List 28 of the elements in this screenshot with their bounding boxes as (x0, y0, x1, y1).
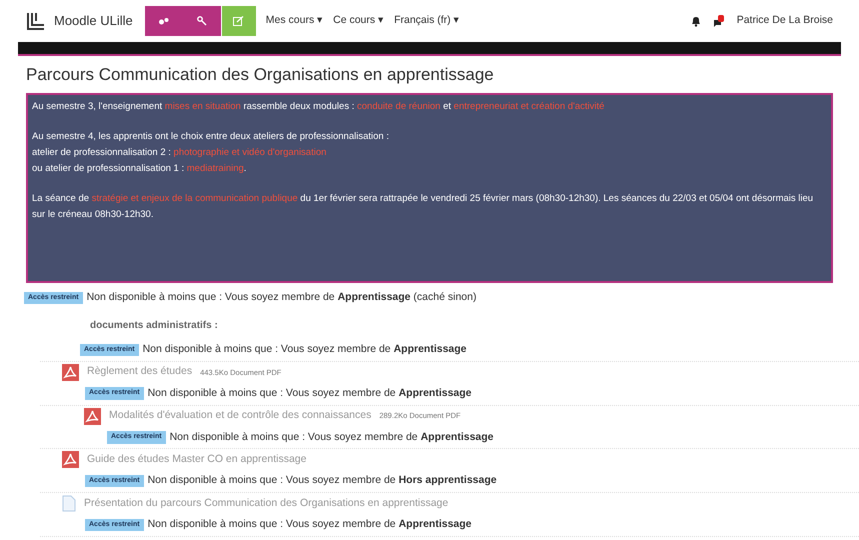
edit-icon (233, 16, 244, 26)
restriction-text: Non disponible à moins que : Vous soyez membre de Apprentissage (148, 517, 472, 532)
restriction-text: Non disponible à moins que : Vous soyez membre de Apprentissage (148, 386, 472, 401)
bell-icon[interactable] (690, 16, 701, 26)
summary-paragraph: La séance de stratégie et enjeux de la communication publique du 1er février sera rattrapée le vendredi 25 février mars (08h30-12h30). Les séances du 22/03 et 05/04 ont désormais lieu sur le créneau 08h30-12h30. (32, 192, 814, 222)
nav-menu[interactable]: Mes cours ▾ (266, 13, 324, 29)
chat-icon[interactable] (712, 14, 725, 28)
summary-paragraph: Au semestre 3, l'enseignement mises en situation rassemble deux modules : conduite de réunion et entrepreneuriat et création d'activité (32, 100, 606, 114)
restriction-text: Non disponible à moins que : Vous soyez membre de Hors apprentissage (148, 473, 497, 488)
key-button[interactable] (182, 6, 221, 36)
document-icon (62, 495, 76, 512)
logo-icon (26, 11, 46, 31)
summary-paragraph: Au semestre 4, les apprentis ont le choix entre deux ateliers de professionnalisation : (32, 130, 390, 144)
user-name[interactable]: Patrice De La Broise (736, 13, 833, 29)
label-text: documents administratifs : (90, 320, 218, 331)
pdf-icon (62, 451, 79, 468)
page-title: Parcours Communication des Organisations en apprentissage (26, 64, 495, 86)
summary-paragraph: ou atelier de professionnalisation 1 : mediatraining. (32, 162, 248, 176)
nav-menu[interactable]: Ce cours ▾ (333, 13, 384, 29)
restriction-text: Non disponible à moins que : Vous soyez membre de Apprentissage (142, 342, 467, 357)
settings-button[interactable] (144, 6, 183, 36)
nav-menu[interactable]: Français (fr) ▾ (394, 13, 460, 29)
site-name[interactable]: Moodle ULille (54, 11, 133, 31)
restriction-text: Non disponible à moins que : Vous soyez membre de Apprentissage (170, 430, 494, 444)
pdf-icon (84, 408, 101, 424)
summary-paragraph: atelier de professionnalisation 2 : photographie et vidéo d'organisation (32, 146, 328, 160)
pdf-icon (62, 364, 79, 381)
restriction-text: Non disponible à moins que : Vous soyez membre de Apprentissage (caché sinon) (86, 290, 476, 306)
